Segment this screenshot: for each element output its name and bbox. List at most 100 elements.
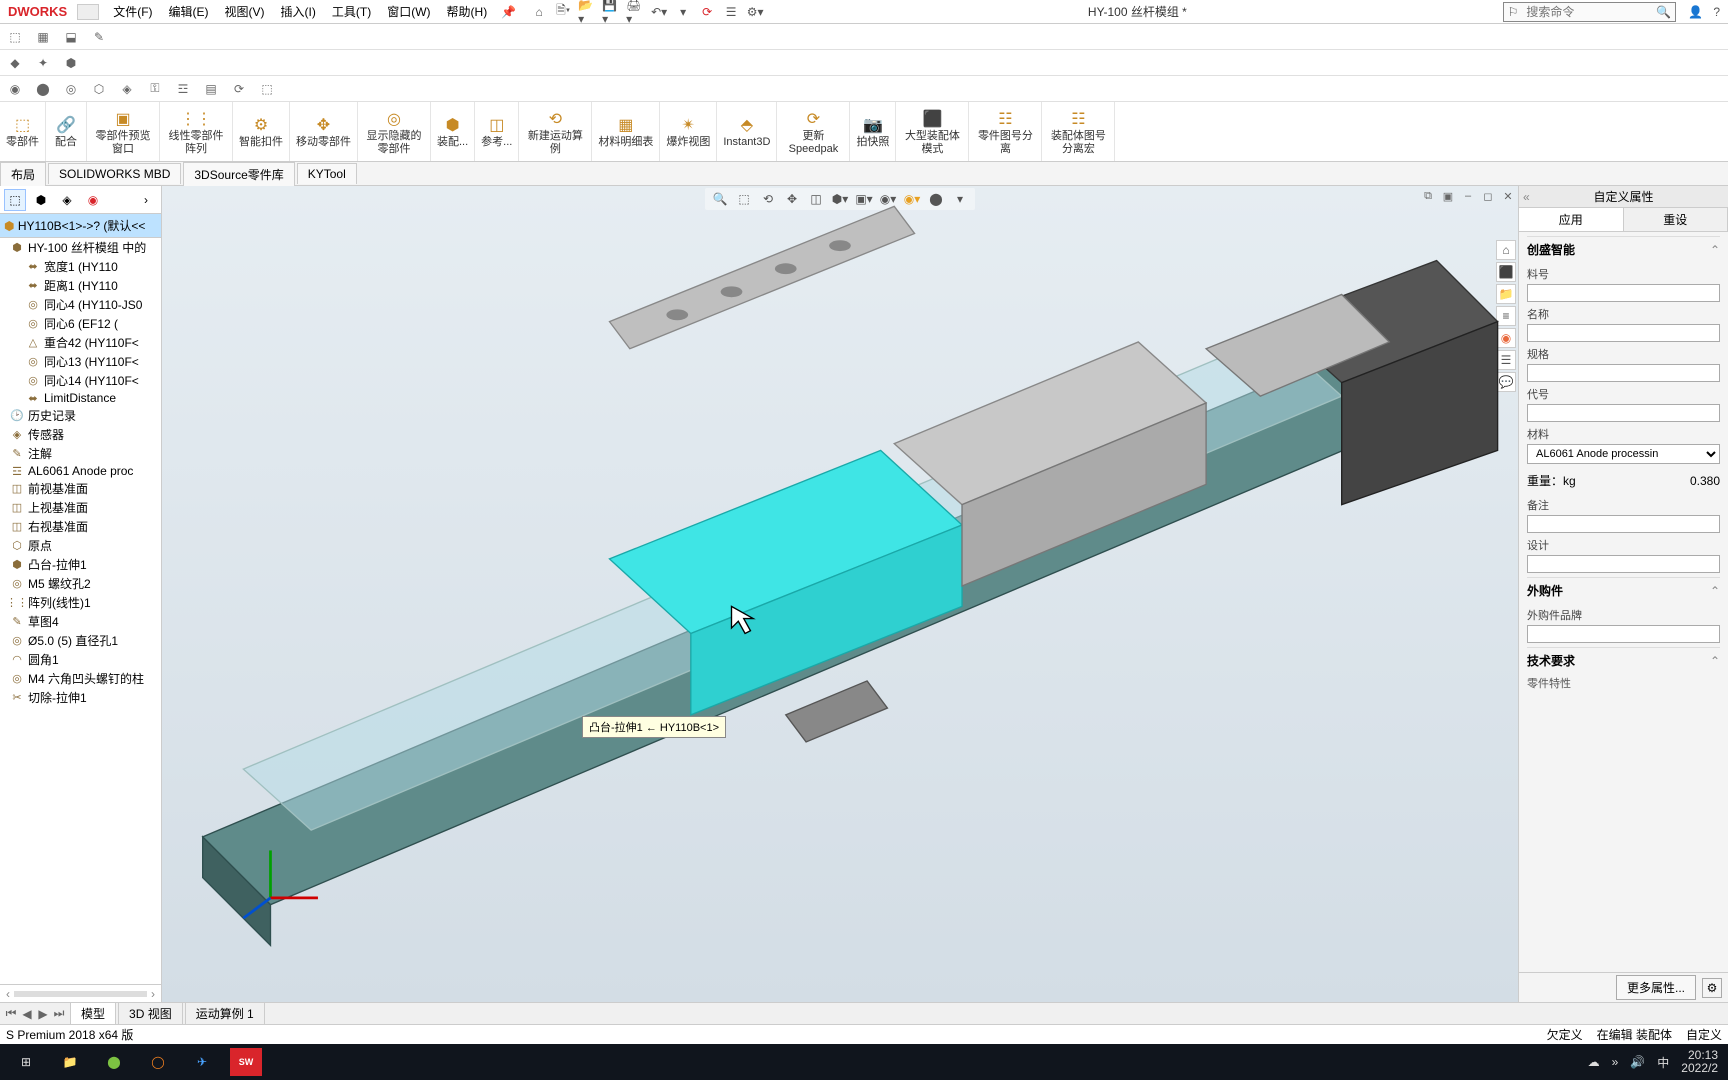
new-doc-icon[interactable] (77, 4, 99, 20)
rebuild-icon[interactable]: ⟳ (698, 3, 716, 21)
tree-item[interactable]: ⬢凸台-拉伸1 (0, 555, 161, 574)
tree-item[interactable]: ◎M5 螺纹孔2 (0, 574, 161, 593)
tree-item[interactable]: ⬢HY-100 丝杆模组 中的 (0, 238, 161, 257)
nav-prev-icon[interactable]: ◀ (20, 1007, 34, 1021)
ribbon-snapshot[interactable]: 📷拍快照 (850, 102, 896, 161)
caret-icon[interactable]: ⌃ (1710, 654, 1720, 668)
input-brand[interactable] (1527, 625, 1720, 643)
tree-item[interactable]: ◫前视基准面 (0, 479, 161, 498)
tree-item[interactable]: ⋮⋮阵列(线性)1 (0, 593, 161, 612)
home-icon[interactable]: ⌂ (530, 3, 548, 21)
browser-icon[interactable]: ⬤ (98, 1048, 130, 1076)
tree-item[interactable]: ☲AL6061 Anode proc (0, 463, 161, 479)
start-button[interactable]: ⊞ (10, 1048, 42, 1076)
nav-first-icon[interactable]: ⏮ (4, 1007, 18, 1021)
tree-item[interactable]: ◈传感器 (0, 425, 161, 444)
tree-item[interactable]: ◫右视基准面 (0, 517, 161, 536)
app-icon[interactable]: ◯ (142, 1048, 174, 1076)
tab-reset[interactable]: 重设 (1624, 208, 1728, 231)
tree-item[interactable]: ◎同心4 (HY110-JS0 (0, 295, 161, 314)
tree-item[interactable]: ⬌宽度1 (HY110 (0, 257, 161, 276)
print-icon[interactable]: 🖨▾ (626, 3, 644, 21)
ribbon-pattern[interactable]: ⋮⋮线性零部件阵列 (160, 102, 233, 161)
menu-edit[interactable]: 编辑(E) (161, 1, 217, 22)
search-input[interactable] (1522, 3, 1652, 21)
tree-item[interactable]: ✎草图4 (0, 612, 161, 631)
tree-item[interactable]: ◫上视基准面 (0, 498, 161, 517)
tree-tab-display[interactable]: ◈ (56, 189, 78, 211)
tb3-icon-3[interactable]: ◎ (62, 80, 80, 98)
scroll-right-icon[interactable]: › (151, 987, 155, 1001)
tb1-icon-4[interactable]: ✎ (90, 28, 108, 46)
tb3-icon-7[interactable]: ☲ (174, 80, 192, 98)
tb3-icon-4[interactable]: ⬡ (90, 80, 108, 98)
save-icon[interactable]: 💾▾ (602, 3, 620, 21)
tb3-icon-6[interactable]: ⚿ (146, 80, 164, 98)
tree-item[interactable]: ⬌距离1 (HY110 (0, 276, 161, 295)
input-spec[interactable] (1527, 364, 1720, 382)
tb1-icon-1[interactable]: ⬚ (6, 28, 24, 46)
tb3-icon-1[interactable]: ◉ (6, 80, 24, 98)
tree-item[interactable]: ◠圆角1 (0, 650, 161, 669)
tb3-icon-10[interactable]: ⬚ (258, 80, 276, 98)
ribbon-ref[interactable]: ◫参考... (475, 102, 519, 161)
menu-insert[interactable]: 插入(I) (273, 1, 324, 22)
ribbon-speedpak[interactable]: ⟳更新Speedpak (777, 102, 850, 161)
input-code[interactable] (1527, 404, 1720, 422)
tree-item[interactable]: ⬡原点 (0, 536, 161, 555)
ribbon-asmnum[interactable]: ☷装配体图号分离宏 (1042, 102, 1115, 161)
ribbon-largeAsm[interactable]: ⬛大型装配体模式 (896, 102, 969, 161)
tree-tab-appearance[interactable]: ◉ (82, 189, 104, 211)
explorer-icon[interactable]: 📁 (54, 1048, 86, 1076)
tree-item[interactable]: ◎同心14 (HY110F< (0, 371, 161, 390)
tb3-icon-2[interactable]: ⬤ (34, 80, 52, 98)
tb3-icon-8[interactable]: ▤ (202, 80, 220, 98)
tb1-icon-2[interactable]: ▦ (34, 28, 52, 46)
menu-tools[interactable]: 工具(T) (324, 1, 379, 22)
panel-collapse-icon[interactable]: « (1523, 190, 1530, 204)
ribbon-motion[interactable]: ⟲新建运动算例 (519, 102, 592, 161)
menu-file[interactable]: 文件(F) (105, 1, 160, 22)
tray-ime[interactable]: 中 (1657, 1054, 1669, 1071)
tree-item[interactable]: ✎注解 (0, 444, 161, 463)
input-name[interactable] (1527, 324, 1720, 342)
cmdtab-mbd[interactable]: SOLIDWORKS MBD (48, 163, 181, 184)
cmdtab-3dsource[interactable]: 3DSource零件库 (183, 162, 294, 186)
tb3-icon-9[interactable]: ⟳ (230, 80, 248, 98)
tab-apply[interactable]: 应用 (1519, 208, 1624, 231)
search-icon[interactable]: 🔍 (1652, 5, 1675, 19)
menu-help[interactable]: 帮助(H) (439, 1, 496, 22)
tree-expand-icon[interactable]: › (135, 189, 157, 211)
cmdtab-layout[interactable]: 布局 (0, 162, 46, 186)
ribbon-preview[interactable]: ▣零部件预览窗口 (87, 102, 160, 161)
tree-tab-feature[interactable]: ⬚ (4, 189, 26, 211)
tree-tab-config[interactable]: ⬢ (30, 189, 52, 211)
ribbon-explode[interactable]: ✴爆炸视图 (660, 102, 717, 161)
search-box[interactable]: ⚐ 🔍 (1503, 2, 1677, 22)
cmdtab-kytool[interactable]: KYTool (297, 163, 357, 184)
ribbon-hidden[interactable]: ◎显示隐藏的零部件 (358, 102, 431, 161)
select-material[interactable]: AL6061 Anode processin (1527, 444, 1720, 464)
tray-volume-icon[interactable]: 🔊 (1630, 1055, 1645, 1069)
btab-motion[interactable]: 运动算例 1 (185, 1002, 265, 1025)
select-icon[interactable]: ▾ (674, 3, 692, 21)
ribbon-instant3d[interactable]: ⬘Instant3D (717, 102, 777, 161)
tray-overflow-icon[interactable]: » (1612, 1055, 1619, 1069)
config-icon[interactable]: ⚙ (1702, 978, 1722, 998)
help-icon[interactable]: ? (1713, 5, 1720, 19)
undo-icon[interactable]: ↶▾ (650, 3, 668, 21)
options-icon[interactable]: ☰ (722, 3, 740, 21)
tb2-icon-3[interactable]: ⬢ (62, 54, 80, 72)
scroll-bar[interactable] (14, 991, 147, 997)
tree-item[interactable]: ◎Ø5.0 (5) 直径孔1 (0, 631, 161, 650)
ribbon-bom[interactable]: ▦材料明细表 (592, 102, 660, 161)
tree-item[interactable]: △重合42 (HY110F< (0, 333, 161, 352)
btab-3dview[interactable]: 3D 视图 (118, 1002, 183, 1025)
ribbon-partnum[interactable]: ☷零件图号分离 (969, 102, 1042, 161)
tree-root-title[interactable]: ⬢ HY110B<1>->? (默认<< (0, 214, 161, 238)
pin-icon[interactable]: 📌 (495, 5, 522, 19)
btab-model[interactable]: 模型 (70, 1002, 116, 1025)
tray-cloud-icon[interactable]: ☁ (1588, 1055, 1600, 1069)
tree-item[interactable]: ◎M4 六角凹头螺钉的柱 (0, 669, 161, 688)
tree-item[interactable]: ◎同心6 (EF12 ( (0, 314, 161, 333)
